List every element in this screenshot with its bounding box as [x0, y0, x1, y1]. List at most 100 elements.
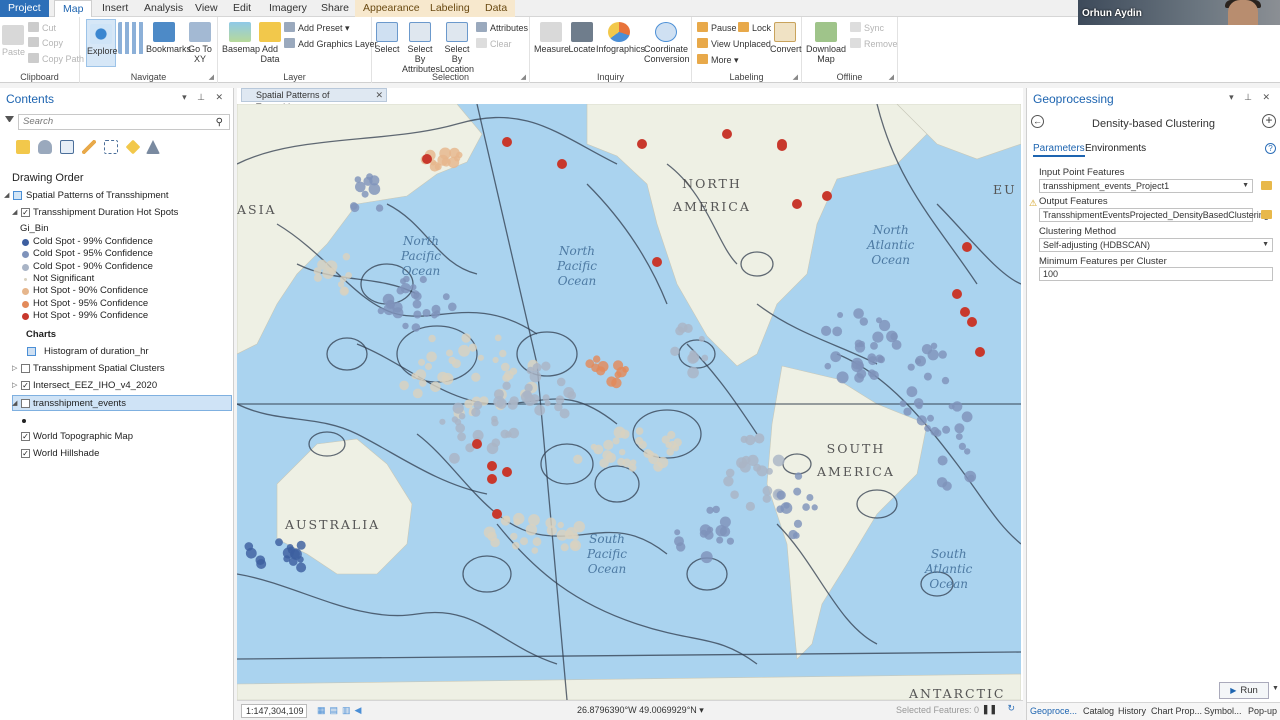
toc-layer-intersect[interactable]: ▷ ✓ Intersect_EEZ_IHO_v4_2020	[0, 378, 233, 394]
toc-map[interactable]: ◢ Spatial Patterns of Transshipment	[0, 188, 233, 204]
dock-tab-symbology[interactable]: Symbol...	[1204, 706, 1242, 716]
browse-folder-icon[interactable]	[1261, 181, 1272, 190]
output-features-field[interactable]: TransshipmentEventsProjected_DensityBase…	[1039, 208, 1269, 222]
snapping-icon[interactable]	[104, 140, 118, 154]
go-to-xy-button[interactable]: Go To XY	[186, 22, 214, 64]
help-icon[interactable]: ?	[1265, 143, 1276, 154]
tab-imagery[interactable]: Imagery	[261, 0, 315, 17]
lock-labels-button[interactable]: Lock	[738, 21, 771, 35]
expand-icon[interactable]: ▷	[12, 378, 17, 394]
attributes-button[interactable]: Attributes	[476, 21, 528, 35]
scale-field[interactable]: 1:147,304,109 ▾	[241, 704, 307, 720]
tab-project[interactable]: Project	[0, 0, 49, 17]
chevron-down-icon[interactable]: ▼	[1242, 180, 1249, 192]
navigate-launcher-icon[interactable]: ◢	[209, 73, 214, 81]
layer-visibility-checkbox[interactable]: ✓	[21, 449, 30, 458]
expand-icon[interactable]: ▷	[12, 361, 17, 377]
dock-tab-catalog[interactable]: Catalog	[1083, 706, 1114, 716]
pause-drawing-icon[interactable]: ❚❚	[982, 704, 997, 715]
data-source-icon[interactable]	[38, 140, 52, 154]
download-map-button[interactable]: Download Map	[806, 22, 846, 64]
input-features-field[interactable]: transshipment_events_Project1 ▼	[1039, 179, 1253, 193]
add-graphics-layer-button[interactable]: Add Graphics Layer	[284, 37, 378, 51]
dock-tab-chart-properties[interactable]: Chart Prop...	[1151, 706, 1202, 716]
tab-edit[interactable]: Edit	[225, 0, 259, 17]
chevron-down-icon[interactable]: ▼	[1262, 239, 1269, 251]
view-unplaced-button[interactable]: View Unplaced	[697, 37, 771, 51]
tab-analysis[interactable]: Analysis	[136, 0, 191, 17]
cut-button[interactable]: Cut	[28, 21, 56, 35]
dock-tab-history[interactable]: History	[1118, 706, 1146, 716]
tab-insert[interactable]: Insert	[94, 0, 136, 17]
drawing-order-icon[interactable]	[16, 140, 30, 154]
tab-labeling[interactable]: Labeling	[422, 0, 478, 17]
tab-share[interactable]: Share	[313, 0, 357, 17]
layer-visibility-checkbox[interactable]: ✓	[21, 381, 30, 390]
toc-layer-hillshade[interactable]: ✓ World Hillshade	[0, 446, 233, 462]
labeling-launcher-icon[interactable]: ◢	[793, 73, 798, 81]
tab-map[interactable]: Map	[54, 0, 93, 17]
select-by-location-button[interactable]: Select By Location	[440, 22, 474, 74]
view-tools-icon[interactable]: ▦▤▥◀	[317, 705, 365, 716]
offline-launcher-icon[interactable]: ◢	[889, 73, 894, 81]
toc-layer-clusters[interactable]: ▷ Transshipment Spatial Clusters	[0, 361, 233, 377]
toc-chart-histogram[interactable]: Histogram of duration_hr	[0, 344, 233, 360]
select-button[interactable]: Select	[374, 22, 400, 54]
dock-tab-popup[interactable]: Pop-up	[1248, 706, 1277, 716]
editing-icon[interactable]	[82, 140, 96, 154]
min-features-input[interactable]: 100	[1039, 267, 1273, 281]
tab-data[interactable]: Data	[477, 0, 516, 17]
coordinate-conversion-button[interactable]: Coordinate Conversion	[644, 22, 690, 64]
add-data-button[interactable]: Add Data	[258, 22, 282, 64]
basemap-button[interactable]: Basemap	[222, 22, 260, 54]
tab-appearance[interactable]: Appearance	[355, 0, 428, 17]
run-button[interactable]: ▶ Run	[1219, 682, 1269, 699]
infographics-button[interactable]: Infographics	[596, 22, 645, 54]
toc-layer-events[interactable]: ◢ transshipment_events	[12, 395, 232, 411]
labeling-icon[interactable]	[125, 139, 141, 155]
close-icon[interactable]: ✕	[375, 89, 383, 101]
paste-button[interactable]: Paste	[2, 25, 25, 57]
clear-selection-button[interactable]: Clear	[476, 37, 512, 51]
tab-view[interactable]: View	[187, 0, 226, 17]
explore-button[interactable]: Explore	[86, 19, 118, 67]
tab-parameters[interactable]: Parameters	[1033, 143, 1085, 157]
more-labeling-button[interactable]: More ▾	[697, 53, 739, 67]
selection-list-icon[interactable]	[60, 140, 74, 154]
select-by-attributes-button[interactable]: Select By Attributes	[402, 22, 440, 74]
selection-launcher-icon[interactable]: ◢	[521, 73, 526, 81]
convert-button[interactable]: Convert	[770, 22, 802, 54]
collapse-icon[interactable]: ◢	[12, 396, 17, 412]
bookmarks-button[interactable]: Bookmarks	[146, 22, 191, 54]
map-canvas[interactable]: ASIA NORTH AMERICA SOUTH AMERICA AUSTRAL…	[237, 104, 1021, 700]
collapse-icon[interactable]: ◢	[4, 188, 9, 204]
collapse-icon[interactable]: ◢	[12, 205, 17, 221]
layer-visibility-checkbox[interactable]	[21, 364, 30, 373]
perspective-icon[interactable]	[146, 140, 160, 154]
copy-button[interactable]: Copy	[28, 36, 63, 50]
zoom-extent-button[interactable]	[118, 22, 144, 56]
sync-button[interactable]: Sync	[850, 21, 884, 35]
pause-labeling-button[interactable]: Pause	[697, 21, 737, 35]
dock-tab-geoprocessing[interactable]: Geoproce...	[1030, 706, 1077, 716]
measure-button[interactable]: Measure	[534, 22, 569, 54]
filter-icon[interactable]	[5, 116, 14, 126]
locate-button[interactable]: Locate	[568, 22, 596, 54]
layer-visibility-checkbox[interactable]	[21, 399, 30, 408]
toc-layer-hotspots[interactable]: ◢ ✓ Transshipment Duration Hot Spots	[0, 205, 233, 221]
browse-folder-icon[interactable]	[1261, 210, 1272, 219]
layer-visibility-checkbox[interactable]: ✓	[21, 208, 30, 217]
copy-path-button[interactable]: Copy Path	[28, 52, 84, 66]
refresh-icon[interactable]: ↻	[1007, 703, 1015, 714]
remove-button[interactable]: Remove	[850, 37, 898, 51]
map-tab[interactable]: Spatial Patterns of Transshipment ✕	[241, 88, 387, 112]
geoprocessing-pane-controls[interactable]: ▾ ⊥ ✕	[1229, 92, 1274, 103]
contents-search-input[interactable]: Search ⚲	[18, 114, 230, 130]
add-preset-button[interactable]: Add Preset ▾	[284, 21, 350, 35]
layer-visibility-checkbox[interactable]: ✓	[21, 432, 30, 441]
clustering-method-select[interactable]: Self-adjusting (HDBSCAN) ▼	[1039, 238, 1273, 252]
tab-environments[interactable]: Environments	[1085, 143, 1146, 154]
add-icon[interactable]: +	[1262, 114, 1276, 128]
run-options-chevron-icon[interactable]: ▼	[1272, 685, 1279, 692]
contents-pane-controls[interactable]: ▾ ⊥ ✕	[182, 92, 227, 103]
